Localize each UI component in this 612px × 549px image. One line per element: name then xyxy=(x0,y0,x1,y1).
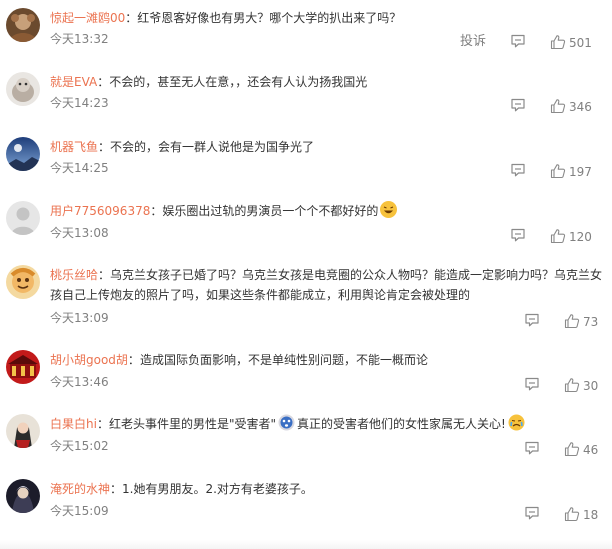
user-avatar[interactable] xyxy=(6,414,40,448)
username-link[interactable]: 惊起一滩鸥00 xyxy=(50,11,125,25)
username-link[interactable]: 机器飞鱼 xyxy=(50,140,98,154)
like-count: 73 xyxy=(583,315,599,329)
comment-body-continued: 真正的受害者他们的女性家属无人关心! xyxy=(297,417,506,431)
like-count: 120 xyxy=(569,230,592,244)
user-avatar[interactable] xyxy=(6,137,40,171)
user-avatar[interactable] xyxy=(6,201,40,235)
like-button[interactable]: 73 xyxy=(564,313,604,331)
username-link[interactable]: 用户7756096378 xyxy=(50,204,150,218)
comment-time: 今天13:46 xyxy=(50,375,109,389)
comment-text: 机器飞鱼：不会的，会有一群人说他是为国争光了 xyxy=(50,140,315,154)
comment-time: 今天15:02 xyxy=(50,439,109,453)
reply-icon[interactable] xyxy=(510,97,526,113)
reply-icon[interactable] xyxy=(524,312,540,328)
reply-icon[interactable] xyxy=(510,162,526,178)
like-button[interactable]: 18 xyxy=(564,506,604,524)
user-avatar[interactable] xyxy=(6,479,40,513)
user-avatar[interactable] xyxy=(6,8,40,42)
like-count: 197 xyxy=(569,165,592,179)
user-avatar[interactable] xyxy=(6,265,40,299)
like-button[interactable]: 46 xyxy=(564,441,604,459)
comment-time: 今天14:25 xyxy=(50,161,109,175)
like-count: 30 xyxy=(583,379,599,393)
thumbs-up-icon xyxy=(564,441,580,457)
comment-actions: 18 xyxy=(412,506,612,524)
comment-actions: 346 xyxy=(412,98,612,116)
comment-text: 惊起一滩鸥00：红爷恩客好像也有男大？哪个大学的扒出来了吗？ xyxy=(50,11,402,25)
like-count: 501 xyxy=(569,36,592,50)
thumbs-up-icon xyxy=(550,228,566,244)
thumbs-up-icon xyxy=(564,506,580,522)
comment-time: 今天14:23 xyxy=(50,96,109,110)
crying-emoji-icon xyxy=(508,414,525,431)
comment-text: 白果白hi：红老头事件里的男性是"受害者" 真正的受害者他们的女性家属无人关心! xyxy=(50,414,604,435)
next-comment-cutoff xyxy=(0,540,612,549)
username-link[interactable]: 桃乐丝哈 xyxy=(50,268,98,282)
comment-actions: 投诉 501 xyxy=(412,34,612,52)
comment-actions: 120 xyxy=(412,228,612,246)
thumbs-up-icon xyxy=(550,98,566,114)
thumbs-up-icon xyxy=(550,34,566,50)
like-button[interactable]: 501 xyxy=(550,34,598,52)
comment-actions: 197 xyxy=(412,163,612,181)
laughing-emoji-icon xyxy=(380,201,398,218)
like-button[interactable]: 346 xyxy=(550,98,598,116)
comment-time: 今天15:09 xyxy=(50,504,109,518)
comment-body: 娱乐圈出过轨的男演员一个个不都好好的 xyxy=(162,204,379,218)
comment-actions: 30 xyxy=(412,377,612,395)
comment-time: 今天13:09 xyxy=(50,311,109,325)
like-count: 46 xyxy=(583,443,599,457)
comment-time: 今天13:32 xyxy=(50,32,109,46)
username-link[interactable]: 淹死的水神 xyxy=(50,482,110,496)
comment-body: 不会的，会有一群人说他是为国争光了 xyxy=(110,140,315,154)
comment-time: 今天13:08 xyxy=(50,226,109,240)
comment-text: 用户7756096378：娱乐圈出过轨的男演员一个个不都好好的 xyxy=(50,201,604,222)
like-count: 346 xyxy=(569,100,592,114)
reply-icon[interactable] xyxy=(524,505,540,521)
comment-body: 红爷恩客好像也有男大？哪个大学的扒出来了吗？ xyxy=(137,11,402,25)
comment-body: 红老头事件里的男性是"受害者" xyxy=(108,417,277,431)
like-count: 18 xyxy=(583,508,599,522)
like-button[interactable]: 120 xyxy=(550,228,598,246)
comment-body: 造成国际负面影响，不是单纯性别问题，不能一概而论 xyxy=(139,353,428,367)
reply-icon[interactable] xyxy=(524,376,540,392)
reply-icon[interactable] xyxy=(524,440,540,456)
comment-actions: 46 xyxy=(412,441,612,459)
thumbs-up-icon xyxy=(550,163,566,179)
comment-text: 桃乐丝哈：乌克兰女孩子已婚了吗？乌克兰女孩是电竞圈的公众人物吗？能造成一定影响力… xyxy=(50,268,603,302)
comment-body: 乌克兰女孩子已婚了吗？乌克兰女孩是电竞圈的公众人物吗？能造成一定影响力吗？乌克兰… xyxy=(50,268,603,302)
comment-body: 不会的，甚至无人在意，，还会有人认为扬我国光 xyxy=(109,75,368,89)
like-button[interactable]: 30 xyxy=(564,377,604,395)
user-avatar[interactable] xyxy=(6,350,40,384)
comment-body: 1.她有男朋友。2.对方有老婆孩子。 xyxy=(122,482,313,496)
like-button[interactable]: 197 xyxy=(550,163,598,181)
username-link[interactable]: 白果白hi xyxy=(50,417,97,431)
reply-icon[interactable] xyxy=(510,33,526,49)
username-link[interactable]: 胡小胡good胡 xyxy=(50,353,128,367)
report-button[interactable]: 投诉 xyxy=(460,33,486,51)
thumbs-up-icon xyxy=(564,377,580,393)
comment-text: 淹死的水神：1.她有男朋友。2.对方有老婆孩子。 xyxy=(50,482,313,496)
reply-icon[interactable] xyxy=(510,227,526,243)
comment-text: 就是EVA：不会的，甚至无人在意，，还会有人认为扬我国光 xyxy=(50,75,368,89)
scared-emoji-icon xyxy=(278,414,295,431)
username-link[interactable]: 就是EVA xyxy=(50,75,97,89)
thumbs-up-icon xyxy=(564,313,580,329)
comment-actions: 73 xyxy=(412,313,612,331)
user-avatar[interactable] xyxy=(6,72,40,106)
comment-text: 胡小胡good胡：造成国际负面影响，不是单纯性别问题，不能一概而论 xyxy=(50,353,428,367)
